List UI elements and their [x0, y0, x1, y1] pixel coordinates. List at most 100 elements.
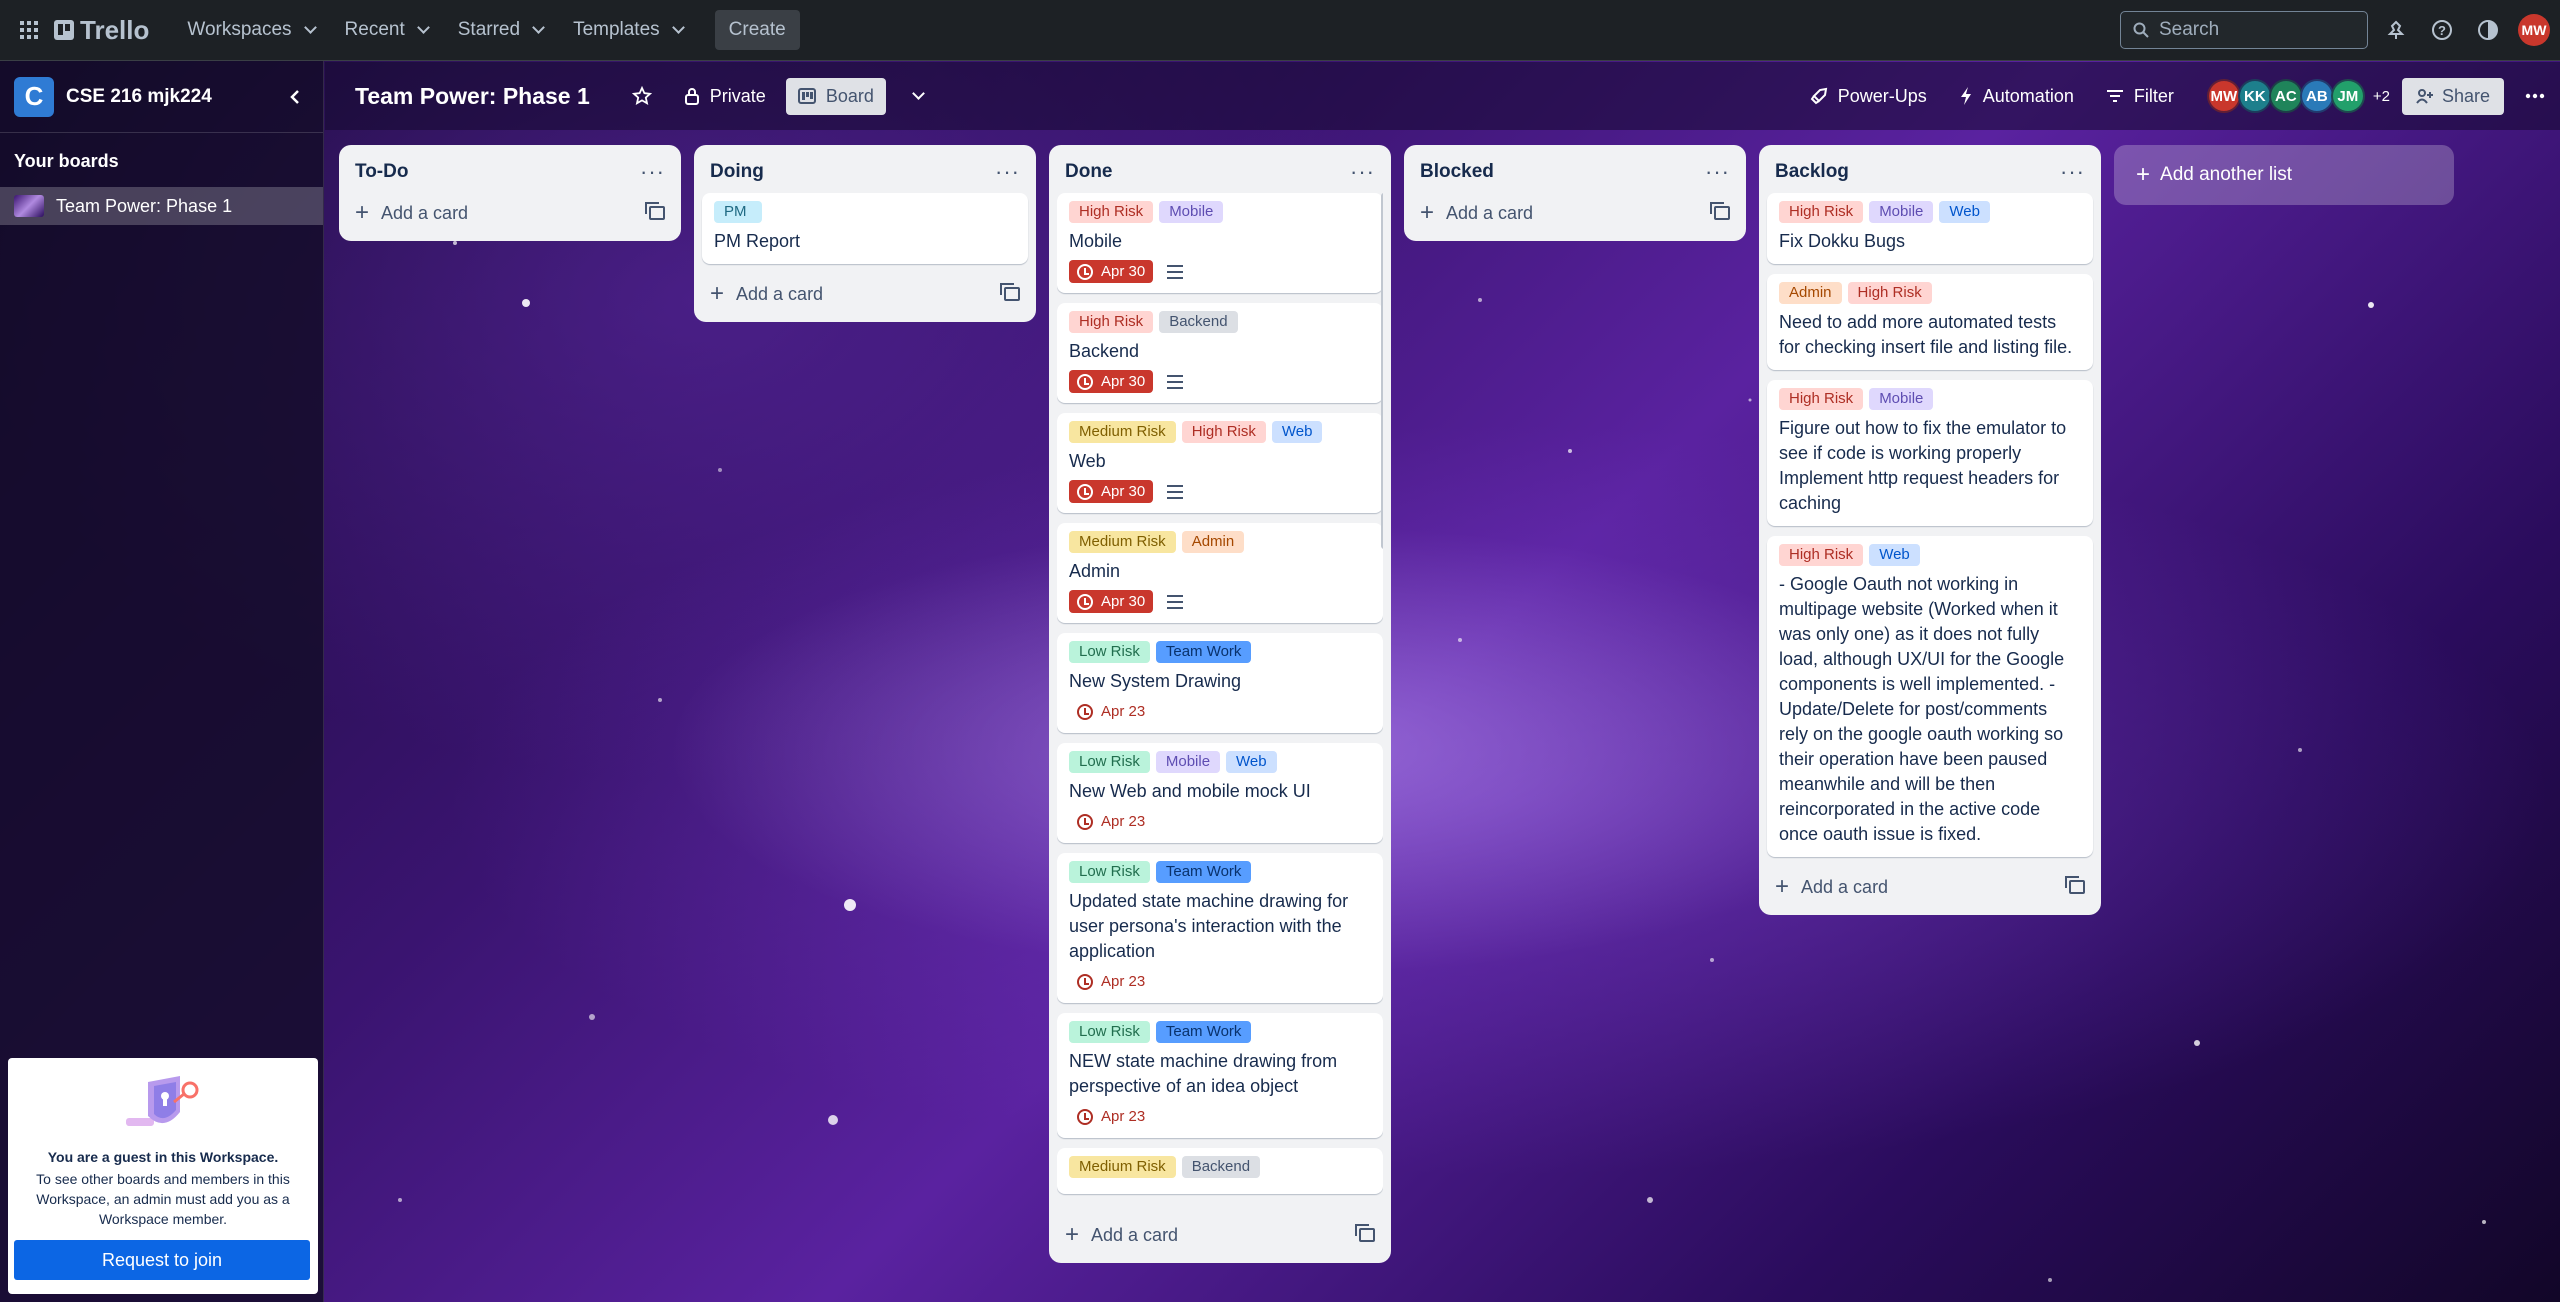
- add-card-button[interactable]: + Add a card: [1767, 867, 2093, 907]
- card-label[interactable]: Team Work: [1155, 861, 1252, 883]
- card-label[interactable]: Medium Risk: [1069, 1156, 1176, 1178]
- card[interactable]: High Risk Web - Google Oauth not working i…: [1767, 536, 2093, 857]
- automation-button[interactable]: Automation: [1947, 78, 2086, 115]
- theme-toggle-icon[interactable]: [2472, 14, 2504, 46]
- card[interactable]: High Risk Mobile Mobile Apr 30: [1057, 193, 1383, 293]
- collapse-sidebar-icon[interactable]: [281, 83, 309, 111]
- card-template-icon[interactable]: [2065, 876, 2085, 894]
- card-label[interactable]: Medium Risk: [1069, 421, 1176, 443]
- card-template-icon[interactable]: [1000, 283, 1020, 301]
- card[interactable]: Medium Risk High Risk Web Web Apr 30: [1057, 413, 1383, 513]
- card-label[interactable]: High Risk: [1779, 544, 1864, 566]
- due-date-badge[interactable]: Apr 23: [1069, 810, 1153, 833]
- card-label[interactable]: Web: [1271, 421, 1323, 443]
- list-scrollbar[interactable]: [1381, 193, 1383, 549]
- member-avatar[interactable]: KK: [2237, 79, 2272, 113]
- card-label[interactable]: High Risk: [1181, 421, 1266, 443]
- card[interactable]: Low Risk Team Work NEW state machine drawi…: [1057, 1013, 1383, 1138]
- list-menu-icon[interactable]: ···: [1350, 161, 1375, 183]
- card[interactable]: Medium Risk Admin Admin Apr 30: [1057, 523, 1383, 623]
- card-template-icon[interactable]: [645, 202, 665, 220]
- list-menu-icon[interactable]: ···: [995, 161, 1020, 183]
- member-avatar[interactable]: JM: [2330, 79, 2365, 113]
- list-title[interactable]: Done: [1065, 161, 1113, 183]
- list-scroll-area[interactable]: High Risk Mobile Mobile Apr 30 High Risk Back…: [1057, 193, 1383, 1215]
- card-template-icon[interactable]: [1710, 202, 1730, 220]
- card-label[interactable]: Web: [1226, 751, 1277, 773]
- add-card-button[interactable]: + Add a card: [1412, 193, 1738, 233]
- visibility-button[interactable]: Private: [672, 78, 778, 115]
- card-label[interactable]: Admin: [1181, 531, 1245, 553]
- card-label[interactable]: Low Risk: [1069, 751, 1150, 773]
- card[interactable]: High Risk Mobile Figure out how to fix the…: [1767, 380, 2093, 526]
- workspace-name[interactable]: CSE 216 mjk224: [66, 86, 269, 108]
- list-title[interactable]: To-Do: [355, 161, 408, 183]
- notifications-icon[interactable]: [2380, 14, 2412, 46]
- star-board-button[interactable]: [620, 78, 664, 114]
- list-menu-icon[interactable]: ···: [1705, 161, 1730, 183]
- due-date-badge[interactable]: Apr 23: [1069, 970, 1153, 993]
- card-label[interactable]: High Risk: [1069, 201, 1154, 223]
- card-label[interactable]: Mobile: [1159, 201, 1224, 223]
- board-title[interactable]: Team Power: Phase 1: [355, 83, 590, 110]
- due-date-badge[interactable]: Apr 23: [1069, 1105, 1153, 1128]
- nav-recent[interactable]: Recent: [333, 10, 440, 50]
- add-card-button[interactable]: + Add a card: [1057, 1215, 1383, 1255]
- card-label[interactable]: Low Risk: [1069, 861, 1150, 883]
- create-button[interactable]: Create: [714, 10, 800, 50]
- card[interactable]: Low Risk Team Work Updated state machine d…: [1057, 853, 1383, 1003]
- sidebar-item-team-power[interactable]: Team Power: Phase 1: [0, 187, 323, 225]
- card-label[interactable]: High Risk: [1069, 311, 1154, 333]
- list-title[interactable]: Blocked: [1420, 161, 1494, 183]
- list-menu-icon[interactable]: ···: [640, 161, 665, 183]
- due-date-badge[interactable]: Apr 30: [1069, 370, 1154, 393]
- card-label[interactable]: Mobile: [1869, 388, 1934, 410]
- request-to-join-button[interactable]: Request to join: [14, 1240, 310, 1280]
- card-label[interactable]: Web: [1939, 201, 1990, 223]
- card-label[interactable]: Mobile: [1869, 201, 1934, 223]
- member-avatar[interactable]: AC: [2268, 79, 2303, 113]
- card-label[interactable]: Team Work: [1155, 641, 1252, 663]
- trello-logo[interactable]: Trello: [54, 15, 149, 46]
- add-card-button[interactable]: + Add a card: [347, 193, 673, 233]
- card-label[interactable]: Admin: [1779, 282, 1842, 304]
- due-date-badge[interactable]: Apr 30: [1069, 260, 1154, 283]
- card[interactable]: Medium Risk Backend: [1057, 1148, 1383, 1194]
- switch-views-button[interactable]: [894, 86, 935, 106]
- board-menu-icon[interactable]: [2518, 79, 2552, 113]
- board-view-button[interactable]: Board: [785, 77, 886, 115]
- search-input[interactable]: Search: [2120, 11, 2368, 49]
- card-template-icon[interactable]: [1355, 1224, 1375, 1242]
- card[interactable]: Low Risk Mobile Web New Web and mobile mock…: [1057, 743, 1383, 843]
- card-label[interactable]: Low Risk: [1069, 641, 1150, 663]
- add-card-button[interactable]: + Add a card: [702, 274, 1028, 314]
- card-label[interactable]: Web: [1869, 544, 1920, 566]
- due-date-badge[interactable]: Apr 30: [1069, 480, 1154, 503]
- card[interactable]: High Risk Mobile Web Fix Dokku Bugs: [1767, 193, 2093, 264]
- card-label[interactable]: PM: [714, 201, 762, 223]
- card-label[interactable]: Backend: [1159, 311, 1238, 333]
- nav-workspaces[interactable]: Workspaces: [175, 10, 326, 50]
- card-label[interactable]: Backend: [1181, 1156, 1261, 1178]
- card[interactable]: PM PM Report: [702, 193, 1028, 264]
- app-switcher-icon[interactable]: [14, 15, 44, 45]
- user-avatar[interactable]: MW: [2518, 14, 2550, 46]
- power-ups-button[interactable]: Power-Ups: [1798, 78, 1939, 115]
- card-label[interactable]: Mobile: [1155, 751, 1221, 773]
- more-members-count[interactable]: +2: [2373, 88, 2390, 105]
- member-avatar[interactable]: AB: [2299, 79, 2334, 113]
- card-label[interactable]: High Risk: [1779, 201, 1864, 223]
- card[interactable]: High Risk Backend Backend Apr 30: [1057, 303, 1383, 403]
- card[interactable]: Low Risk Team Work New System Drawing Apr 2…: [1057, 633, 1383, 733]
- due-date-badge[interactable]: Apr 23: [1069, 700, 1153, 723]
- share-button[interactable]: Share: [2401, 77, 2504, 115]
- card-label[interactable]: Team Work: [1155, 1021, 1252, 1043]
- nav-starred[interactable]: Starred: [446, 10, 555, 50]
- list-menu-icon[interactable]: ···: [2060, 161, 2085, 183]
- add-list-button[interactable]: + Add another list: [2114, 145, 2454, 205]
- list-title[interactable]: Backlog: [1775, 161, 1849, 183]
- card-label[interactable]: High Risk: [1779, 388, 1864, 410]
- card-label[interactable]: Medium Risk: [1069, 531, 1176, 553]
- help-icon[interactable]: ?: [2426, 14, 2458, 46]
- card-label[interactable]: High Risk: [1847, 282, 1932, 304]
